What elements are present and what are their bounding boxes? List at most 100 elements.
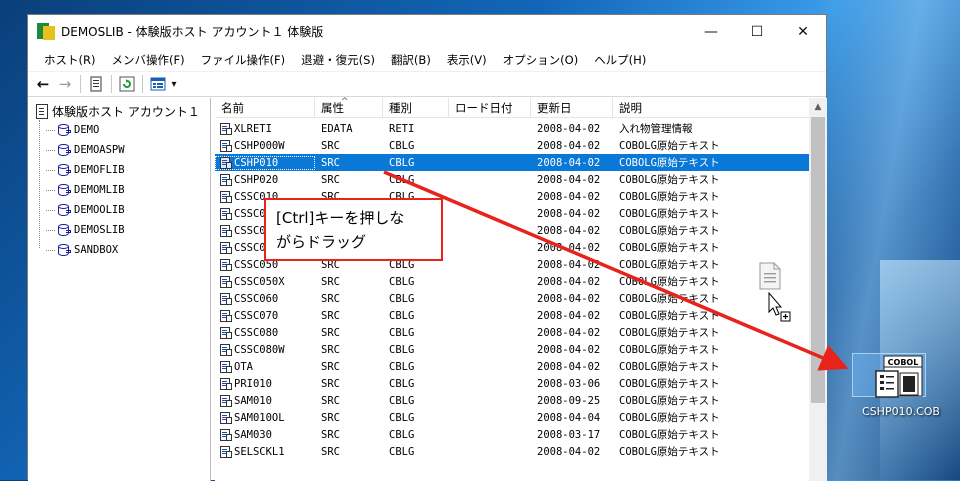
- forward-button[interactable]: →: [54, 73, 76, 95]
- cell-date: 2008-04-02: [537, 360, 601, 373]
- table-row[interactable]: CSSC080W SRC CBLG 2008-04-02 COBOLG原始テキスト: [215, 341, 809, 358]
- cell-type: CBLG: [389, 360, 415, 373]
- refresh-icon: [119, 76, 135, 92]
- table-row[interactable]: OTA SRC CBLG 2008-04-02 COBOLG原始テキスト: [215, 358, 809, 375]
- table-row[interactable]: CSSC050X SRC CBLG 2008-04-02 COBOLG原始テキスト: [215, 273, 809, 290]
- cell-date: 2008-04-04: [537, 411, 601, 424]
- tree-item-label: DEMO: [74, 124, 100, 136]
- column-header-attr[interactable]: 属性 ^: [315, 97, 383, 118]
- properties-button[interactable]: [85, 73, 107, 95]
- cell-name: PRI010: [215, 377, 315, 391]
- desktop-file-cshp010-cob[interactable]: COBOL CSHP010.COB: [846, 353, 956, 423]
- cell-attr: SRC: [321, 275, 340, 288]
- drag-ghost-document-icon: [759, 262, 781, 290]
- cell-name: CSSC080: [215, 326, 315, 340]
- menu-options[interactable]: オプション(O): [495, 48, 587, 72]
- table-row[interactable]: CSSC070 SRC CBLG 2008-04-02 COBOLG原始テキスト: [215, 307, 809, 324]
- refresh-button[interactable]: [116, 73, 138, 95]
- menu-host[interactable]: ホスト(R): [36, 48, 103, 72]
- cell-desc: COBOLG原始テキスト: [619, 191, 720, 203]
- minimize-button[interactable]: —: [688, 15, 734, 48]
- member-name: CSHP000W: [234, 139, 285, 152]
- scroll-thumb[interactable]: [811, 117, 825, 403]
- copy-cursor-icon: [768, 292, 791, 322]
- vertical-scrollbar[interactable]: ▲: [809, 98, 827, 481]
- menu-view[interactable]: 表示(V): [439, 48, 495, 72]
- menu-translate[interactable]: 翻訳(B): [383, 48, 439, 72]
- table-row[interactable]: XLRETI EDATA RETI 2008-04-02 入れ物管理情報: [215, 120, 809, 137]
- table-row[interactable]: CSSC080 SRC CBLG 2008-04-02 COBOLG原始テキスト: [215, 324, 809, 341]
- toolbar-separator: [142, 75, 143, 93]
- column-header-name[interactable]: 名前: [215, 98, 315, 118]
- cell-name: SAM010OL: [215, 411, 315, 425]
- member-file-icon: [219, 224, 233, 238]
- table-row[interactable]: SAM030 SRC CBLG 2008-03-17 COBOLG原始テキスト: [215, 426, 809, 443]
- tree-root-host[interactable]: 体験版ホスト アカウント１: [36, 102, 200, 120]
- member-name: SAM030: [234, 428, 272, 441]
- title-bar[interactable]: DEMOSLIB - 体験版ホスト アカウント１ 体験版 — ☐ ✕: [28, 15, 826, 48]
- column-header-load-date[interactable]: ロード日付: [449, 98, 531, 118]
- table-row[interactable]: SAM010OL SRC CBLG 2008-04-04 COBOLG原始テキスト: [215, 409, 809, 426]
- back-button[interactable]: ←: [32, 73, 54, 95]
- table-row[interactable]: CSSC060 SRC CBLG 2008-04-02 COBOLG原始テキスト: [215, 290, 809, 307]
- cell-attr: SRC: [321, 360, 340, 373]
- cell-date: 2008-04-02: [537, 224, 601, 237]
- cell-attr: SRC: [321, 173, 340, 186]
- menu-backup[interactable]: 退避・復元(S): [293, 48, 383, 72]
- cell-attr: SRC: [321, 394, 340, 407]
- toolbar: ← → ▾: [28, 72, 826, 97]
- app-icon: [37, 22, 55, 41]
- menu-member[interactable]: メンバ操作(F): [103, 48, 192, 72]
- member-name: SELSCKL1: [234, 445, 285, 458]
- column-header-description[interactable]: 説明: [613, 98, 809, 118]
- member-file-icon: [219, 190, 233, 204]
- cell-attr: SRC: [321, 292, 340, 305]
- member-file-icon: [219, 343, 233, 357]
- column-header-updated[interactable]: 更新日: [531, 98, 613, 118]
- table-row[interactable]: CSHP010 SRC CBLG 2008-04-02 COBOLG原始テキスト: [215, 154, 809, 171]
- cell-date: 2008-04-02: [537, 275, 601, 288]
- tree-item-demomlib[interactable]: DEMOMLIB: [46, 180, 125, 200]
- view-mode-button[interactable]: [147, 73, 169, 95]
- table-row[interactable]: SAM010 SRC CBLG 2008-09-25 COBOLG原始テキスト: [215, 392, 809, 409]
- maximize-button[interactable]: ☐: [734, 15, 780, 48]
- member-file-icon: [219, 275, 233, 289]
- member-file-icon: [219, 360, 233, 374]
- cell-date: 2008-04-02: [537, 156, 601, 169]
- cobol-badge: COBOL: [888, 358, 919, 367]
- member-file-icon: [219, 156, 233, 170]
- tree-item-demo[interactable]: DEMO: [46, 120, 125, 140]
- cell-type: CBLG: [389, 394, 415, 407]
- table-row[interactable]: PRI010 SRC CBLG 2008-03-06 COBOLG原始テキスト: [215, 375, 809, 392]
- member-file-icon: [219, 241, 233, 255]
- menu-help[interactable]: ヘルプ(H): [586, 48, 654, 72]
- tree-item-demoflib[interactable]: DEMOFLIB: [46, 160, 125, 180]
- menu-file[interactable]: ファイル操作(F): [193, 48, 294, 72]
- member-name: CSSC080: [234, 326, 279, 339]
- view-mode-dropdown[interactable]: ▾: [169, 73, 179, 95]
- member-name: SAM010: [234, 394, 272, 407]
- cell-type: CBLG: [389, 343, 415, 356]
- scroll-up-icon[interactable]: ▲: [809, 98, 827, 115]
- table-row[interactable]: CSHP020 SRC CBLG 2008-04-02 COBOLG原始テキスト: [215, 171, 809, 188]
- cell-type: CBLG: [389, 428, 415, 441]
- tree-item-demoaspw[interactable]: DEMOASPW: [46, 140, 125, 160]
- cell-attr: EDATA: [321, 122, 353, 135]
- member-file-icon: [219, 377, 233, 391]
- cell-attr: SRC: [321, 343, 340, 356]
- member-file-icon: [219, 326, 233, 340]
- table-row[interactable]: SELSCKL1 SRC CBLG 2008-04-02 COBOLG原始テキスト: [215, 443, 809, 460]
- cell-name: CSHP000W: [215, 139, 315, 153]
- cell-attr: SRC: [321, 377, 340, 390]
- close-button[interactable]: ✕: [780, 15, 826, 48]
- library-icon: [57, 243, 71, 257]
- cell-date: 2008-04-02: [537, 292, 601, 305]
- cell-desc: COBOLG原始テキスト: [619, 140, 720, 152]
- column-header-type[interactable]: 種別: [383, 98, 449, 118]
- library-icon: [57, 223, 71, 237]
- member-name: SAM010OL: [234, 411, 285, 424]
- tree-item-sandbox[interactable]: SANDBOX: [46, 240, 125, 260]
- tree-item-demoslib[interactable]: DEMOSLIB: [46, 220, 125, 240]
- table-row[interactable]: CSHP000W SRC CBLG 2008-04-02 COBOLG原始テキスト: [215, 137, 809, 154]
- tree-item-demoolib[interactable]: DEMOOLIB: [46, 200, 125, 220]
